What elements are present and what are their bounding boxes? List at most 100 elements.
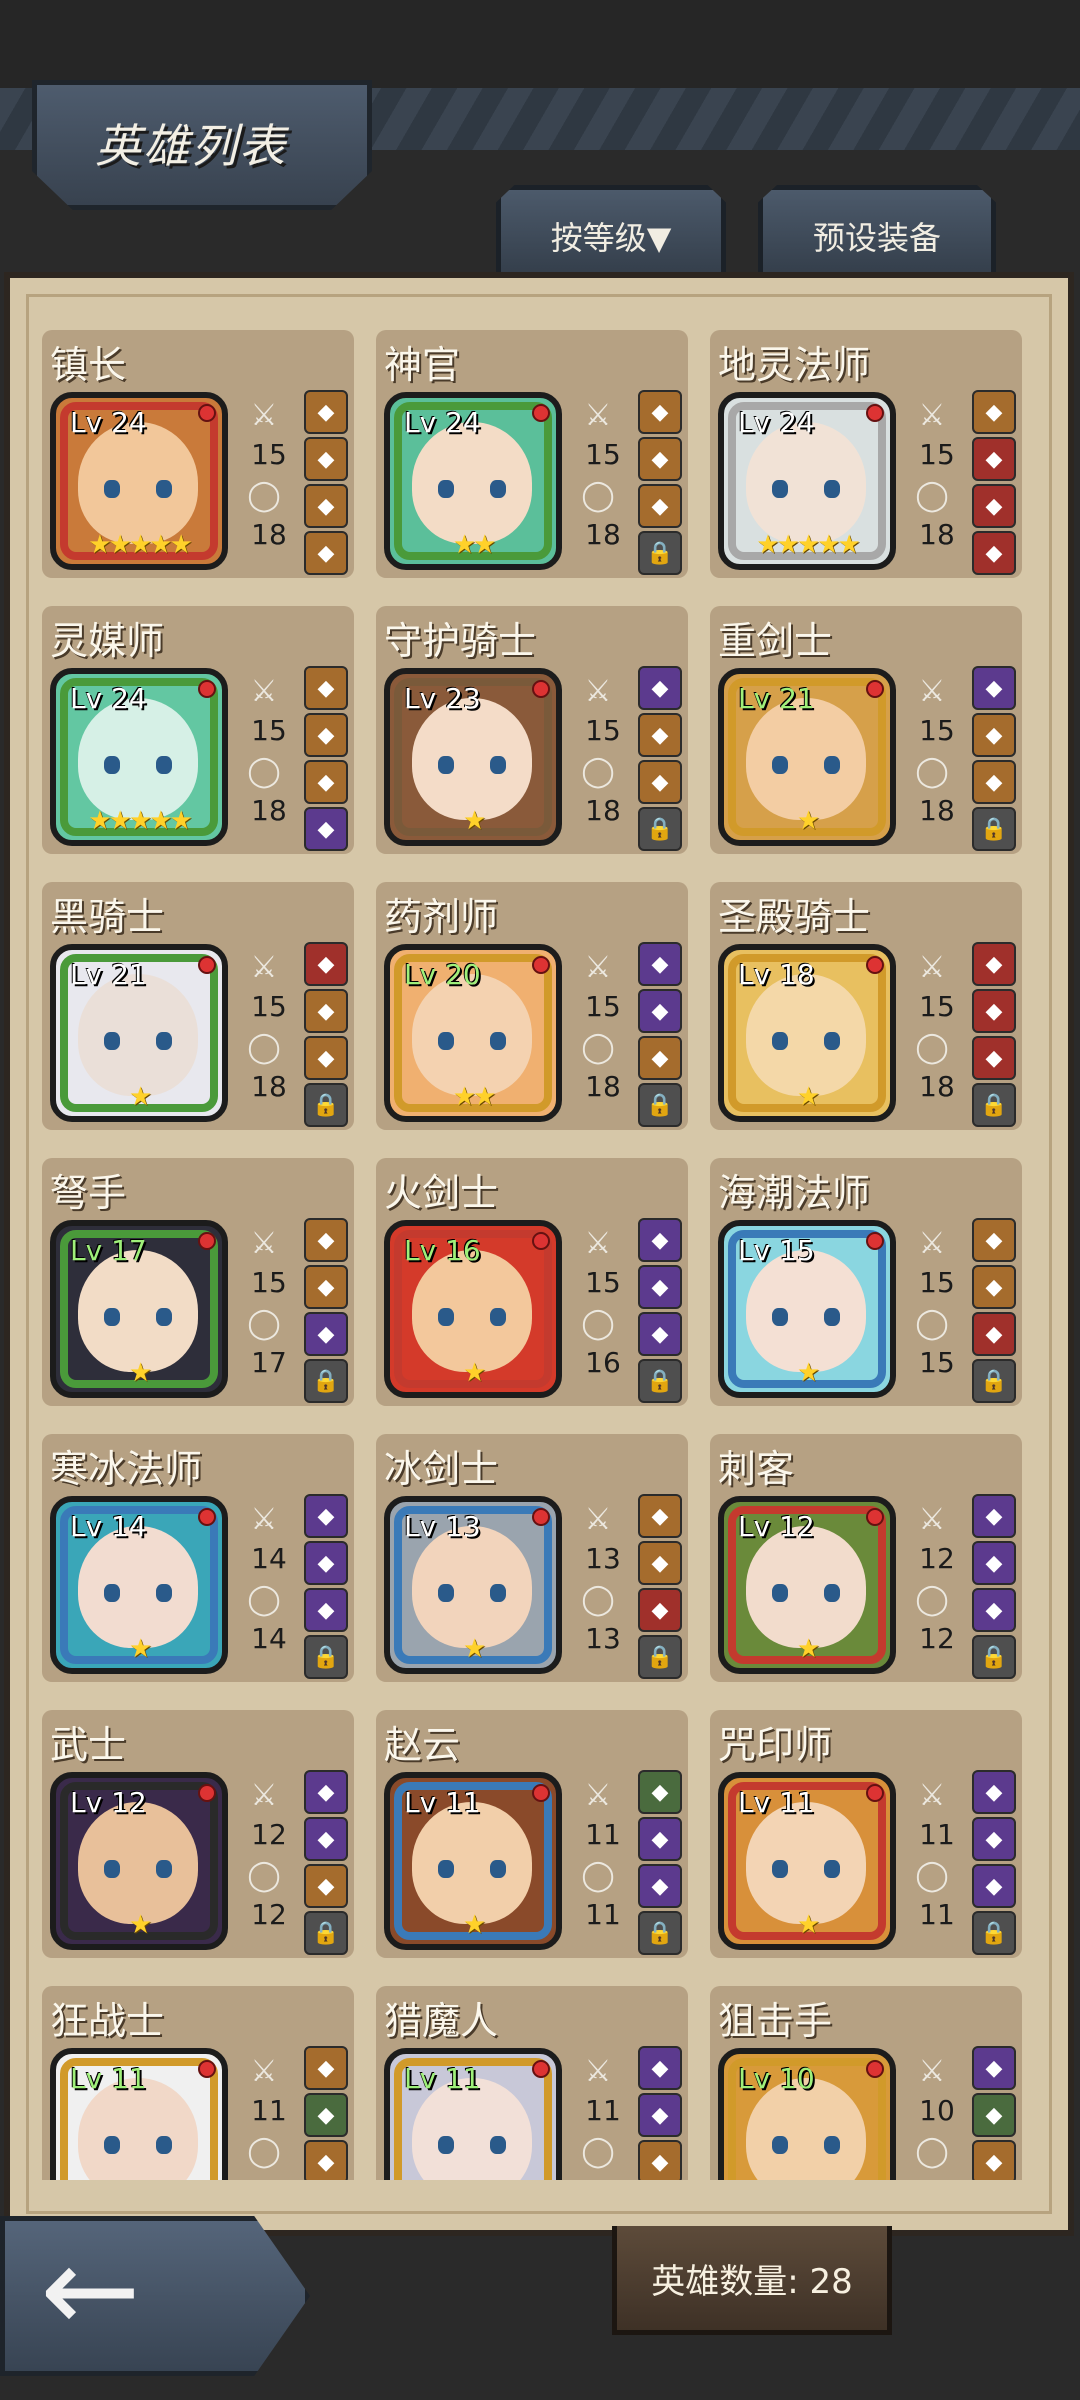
equipment-slot[interactable]: ◆ xyxy=(972,390,1016,434)
locked-slot-icon[interactable]: 🔒 xyxy=(638,1911,682,1955)
hero-card[interactable]: 镇长 Lv 24 ★★★★★ ⚔ 15 ◯ 18 ◆ ◆ ◆ ◆ xyxy=(42,330,354,578)
equipment-slot[interactable]: ◆ xyxy=(304,989,348,1033)
equipment-slot[interactable]: ◆ xyxy=(304,713,348,757)
equipment-slot[interactable]: ◆ xyxy=(972,942,1016,986)
locked-slot-icon[interactable]: 🔒 xyxy=(638,531,682,575)
hero-card[interactable]: 冰剑士 Lv 13 ★ ⚔ 13 ◯ 13 ◆ ◆ ◆ 🔒 xyxy=(376,1434,688,1682)
equipment-slot[interactable]: ◆ xyxy=(638,1588,682,1632)
locked-slot-icon[interactable]: 🔒 xyxy=(304,1911,348,1955)
equipment-slot[interactable]: ◆ xyxy=(638,1494,682,1538)
hero-card[interactable]: 咒印师 Lv 11 ★ ⚔ 11 ◯ 11 ◆ ◆ ◆ 🔒 xyxy=(710,1710,1022,1958)
equipment-slot[interactable]: ◆ xyxy=(972,484,1016,528)
hero-portrait[interactable]: Lv 16 ★ xyxy=(384,1220,562,1398)
hero-card[interactable]: 刺客 Lv 12 ★ ⚔ 12 ◯ 12 ◆ ◆ ◆ 🔒 xyxy=(710,1434,1022,1682)
hero-card[interactable]: 灵媒师 Lv 24 ★★★★★ ⚔ 15 ◯ 18 ◆ ◆ ◆ ◆ xyxy=(42,606,354,854)
equipment-slot[interactable]: ◆ xyxy=(638,1817,682,1861)
equipment-slot[interactable]: ◆ xyxy=(972,1770,1016,1814)
equipment-slot[interactable]: ◆ xyxy=(304,807,348,851)
hero-portrait[interactable]: Lv 14 ★ xyxy=(50,1496,228,1674)
equipment-slot[interactable]: ◆ xyxy=(972,666,1016,710)
hero-portrait[interactable]: Lv 18 ★ xyxy=(718,944,896,1122)
equipment-slot[interactable]: ◆ xyxy=(304,1864,348,1908)
equipment-slot[interactable]: ◆ xyxy=(972,1864,1016,1908)
locked-slot-icon[interactable]: 🔒 xyxy=(638,807,682,851)
hero-card[interactable]: 狙击手 Lv 10 ★ ⚔ 10 ◯ ◆◆◆🔒 xyxy=(710,1986,1022,2180)
sort-by-level-button[interactable]: 按等级▼ xyxy=(496,185,726,282)
locked-slot-icon[interactable]: 🔒 xyxy=(972,1635,1016,1679)
hero-card[interactable]: 狂战士 Lv 11 ★ ⚔ 11 ◯ ◆◆◆🔒 xyxy=(42,1986,354,2180)
equipment-slot[interactable]: ◆ xyxy=(304,666,348,710)
back-arrow-icon[interactable]: ← xyxy=(40,2231,141,2351)
equipment-slot[interactable]: ◆ xyxy=(304,1494,348,1538)
equipment-slot[interactable]: ◆ xyxy=(972,713,1016,757)
equipment-slot[interactable]: ◆ xyxy=(304,1218,348,1262)
equipment-slot[interactable]: ◆ xyxy=(304,1770,348,1814)
hero-portrait[interactable]: Lv 15 ★ xyxy=(718,1220,896,1398)
equipment-slot[interactable]: ◆ xyxy=(972,2093,1016,2137)
locked-slot-icon[interactable]: 🔒 xyxy=(972,807,1016,851)
hero-card[interactable]: 火剑士 Lv 16 ★ ⚔ 15 ◯ 16 ◆ ◆ ◆ 🔒 xyxy=(376,1158,688,1406)
hero-card[interactable]: 猎魔人 Lv 11 ★ ⚔ 11 ◯ ◆◆◆🔒 xyxy=(376,1986,688,2180)
hero-card[interactable]: 寒冰法师 Lv 14 ★ ⚔ 14 ◯ 14 ◆ ◆ ◆ 🔒 xyxy=(42,1434,354,1682)
locked-slot-icon[interactable]: 🔒 xyxy=(638,1635,682,1679)
locked-slot-icon[interactable]: 🔒 xyxy=(972,1359,1016,1403)
equipment-slot[interactable]: ◆ xyxy=(304,760,348,804)
equipment-slot[interactable]: ◆ xyxy=(304,2140,348,2180)
equipment-slot[interactable]: ◆ xyxy=(304,1541,348,1585)
hero-portrait[interactable]: Lv 24 ★★★★★ xyxy=(718,392,896,570)
hero-portrait[interactable]: Lv 24 ★★★★★ xyxy=(50,668,228,846)
hero-portrait[interactable]: Lv 11 ★ xyxy=(384,2048,562,2180)
hero-card[interactable]: 弩手 Lv 17 ★ ⚔ 15 ◯ 17 ◆ ◆ ◆ 🔒 xyxy=(42,1158,354,1406)
equipment-slot[interactable]: ◆ xyxy=(972,1588,1016,1632)
equipment-slot[interactable]: ◆ xyxy=(304,1312,348,1356)
locked-slot-icon[interactable]: 🔒 xyxy=(304,1635,348,1679)
hero-portrait[interactable]: Lv 12 ★ xyxy=(50,1772,228,1950)
locked-slot-icon[interactable]: 🔒 xyxy=(638,1359,682,1403)
equipment-slot[interactable]: ◆ xyxy=(638,1218,682,1262)
equipment-slot[interactable]: ◆ xyxy=(972,1817,1016,1861)
equipment-slot[interactable]: ◆ xyxy=(972,1265,1016,1309)
hero-portrait[interactable]: Lv 11 ★ xyxy=(718,1772,896,1950)
hero-portrait[interactable]: Lv 11 ★ xyxy=(384,1772,562,1950)
hero-portrait[interactable]: Lv 20 ★★ xyxy=(384,944,562,1122)
hero-card[interactable]: 神官 Lv 24 ★★ ⚔ 15 ◯ 18 ◆ ◆ ◆ 🔒 xyxy=(376,330,688,578)
equipment-slot[interactable]: ◆ xyxy=(304,1265,348,1309)
equipment-slot[interactable]: ◆ xyxy=(972,2046,1016,2090)
equipment-slot[interactable]: ◆ xyxy=(972,1036,1016,1080)
equipment-slot[interactable]: ◆ xyxy=(638,1541,682,1585)
hero-portrait[interactable]: Lv 11 ★ xyxy=(50,2048,228,2180)
equipment-slot[interactable]: ◆ xyxy=(638,2046,682,2090)
hero-portrait[interactable]: Lv 21 ★ xyxy=(718,668,896,846)
equipment-slot[interactable]: ◆ xyxy=(638,437,682,481)
preset-equipment-button[interactable]: 预设装备 xyxy=(758,185,996,282)
equipment-slot[interactable]: ◆ xyxy=(638,1036,682,1080)
hero-card[interactable]: 武士 Lv 12 ★ ⚔ 12 ◯ 12 ◆ ◆ ◆ 🔒 xyxy=(42,1710,354,1958)
equipment-slot[interactable]: ◆ xyxy=(638,942,682,986)
equipment-slot[interactable]: ◆ xyxy=(304,1817,348,1861)
locked-slot-icon[interactable]: 🔒 xyxy=(304,1359,348,1403)
hero-portrait[interactable]: Lv 10 ★ xyxy=(718,2048,896,2180)
hero-card[interactable]: 重剑士 Lv 21 ★ ⚔ 15 ◯ 18 ◆ ◆ ◆ 🔒 xyxy=(710,606,1022,854)
equipment-slot[interactable]: ◆ xyxy=(638,989,682,1033)
equipment-slot[interactable]: ◆ xyxy=(972,1541,1016,1585)
equipment-slot[interactable]: ◆ xyxy=(638,1312,682,1356)
hero-portrait[interactable]: Lv 13 ★ xyxy=(384,1496,562,1674)
equipment-slot[interactable]: ◆ xyxy=(638,2093,682,2137)
equipment-slot[interactable]: ◆ xyxy=(972,531,1016,575)
equipment-slot[interactable]: ◆ xyxy=(304,2093,348,2137)
equipment-slot[interactable]: ◆ xyxy=(304,1588,348,1632)
locked-slot-icon[interactable]: 🔒 xyxy=(638,1083,682,1127)
equipment-slot[interactable]: ◆ xyxy=(972,989,1016,1033)
equipment-slot[interactable]: ◆ xyxy=(638,713,682,757)
equipment-slot[interactable]: ◆ xyxy=(638,390,682,434)
hero-portrait[interactable]: Lv 17 ★ xyxy=(50,1220,228,1398)
equipment-slot[interactable]: ◆ xyxy=(304,531,348,575)
hero-portrait[interactable]: Lv 24 ★★ xyxy=(384,392,562,570)
equipment-slot[interactable]: ◆ xyxy=(638,1265,682,1309)
hero-grid[interactable]: 镇长 Lv 24 ★★★★★ ⚔ 15 ◯ 18 ◆ ◆ ◆ ◆ 神官 Lv 24 ★… xyxy=(42,330,1038,2180)
equipment-slot[interactable]: ◆ xyxy=(304,484,348,528)
equipment-slot[interactable]: ◆ xyxy=(638,760,682,804)
hero-portrait[interactable]: Lv 12 ★ xyxy=(718,1496,896,1674)
equipment-slot[interactable]: ◆ xyxy=(638,1770,682,1814)
equipment-slot[interactable]: ◆ xyxy=(972,1494,1016,1538)
